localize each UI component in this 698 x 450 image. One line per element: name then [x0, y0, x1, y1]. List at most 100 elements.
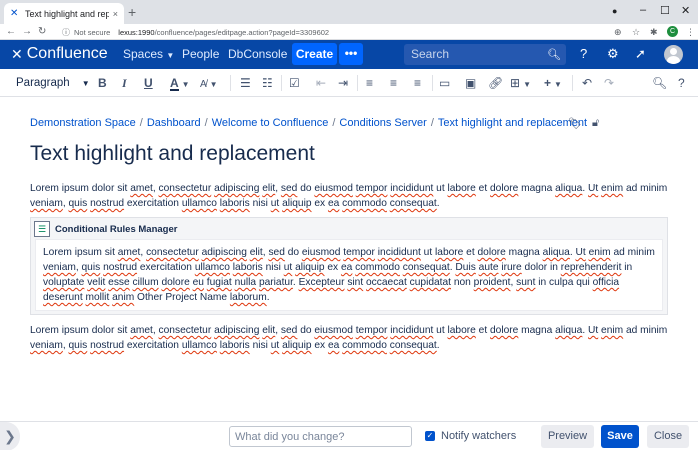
link-button[interactable]: 🔗︎: [488, 75, 503, 91]
body-paragraph-1[interactable]: Lorem ipsum dolor sit amet, consectetur …: [30, 181, 675, 211]
chevron-right-icon[interactable]: ❯: [0, 422, 20, 450]
breadcrumb-item[interactable]: Text highlight and replacement: [438, 117, 587, 129]
numbered-list-button[interactable]: ☷: [262, 75, 273, 91]
undo-button[interactable]: ↶: [582, 75, 592, 91]
task-list-button[interactable]: ☑: [289, 75, 300, 91]
text-color-icon: A: [170, 76, 179, 90]
address-bar: ← → ↻ ⓘ Not secure lexus:1990/confluence…: [0, 24, 698, 40]
bullet-list-button[interactable]: ☰: [240, 75, 251, 91]
profile-download-icon[interactable]: ●: [612, 6, 617, 16]
close-button[interactable]: Close: [647, 425, 689, 448]
not-secure-label: Not secure: [74, 27, 111, 37]
user-avatar[interactable]: [664, 45, 683, 64]
chevron-down-icon: ▼: [166, 51, 175, 60]
body-paragraph-2[interactable]: Lorem ipsum dolor sit amet, consectetur …: [30, 323, 675, 353]
image-button[interactable]: ▣: [465, 75, 476, 91]
find-replace-icon[interactable]: 🔍︎: [652, 75, 667, 91]
breadcrumb-item[interactable]: Demonstration Space: [30, 117, 136, 129]
url-host: lexus:1990: [118, 27, 155, 37]
table-button[interactable]: ⊞ ▼: [510, 75, 531, 93]
zoom-icon[interactable]: ⊕: [614, 26, 622, 38]
browser-menu-icon[interactable]: ⋮: [686, 26, 695, 38]
toolbar-divider: [281, 75, 282, 91]
macro-paragraph[interactable]: Lorem ipsum sit amet, consectetur adipis…: [43, 245, 657, 305]
bookmark-star-icon[interactable]: ☆: [632, 26, 640, 38]
maximize-icon[interactable]: ☐: [660, 4, 670, 17]
breadcrumb-item[interactable]: Dashboard: [147, 117, 201, 129]
chevron-down-icon: ▼: [523, 80, 531, 89]
text-color-button[interactable]: A ▼: [170, 75, 190, 93]
nav-people[interactable]: People: [182, 47, 219, 61]
chevron-down-icon: ▼: [81, 79, 90, 88]
nav-spaces-label: Spaces: [123, 47, 164, 61]
notifications-icon[interactable]: ➚: [635, 47, 646, 61]
checkbox-checked-icon[interactable]: ✓: [425, 431, 435, 441]
browser-profile-avatar[interactable]: C: [667, 26, 678, 37]
save-button[interactable]: Save: [601, 425, 639, 448]
editor-toolbar: Paragraph ▼ B I U A ▼ A̸ ▼ ☰ ☷ ☑ ⇤ ⇥ ≡ ≡ ≡ …: [0, 69, 698, 97]
macro-body[interactable]: Lorem ipsum sit amet, consectetur adipis…: [35, 239, 663, 311]
change-comment-input[interactable]: [229, 426, 412, 447]
browser-tab-title: Text highlight and replacement: [25, 8, 109, 19]
indent-button[interactable]: ⇥: [338, 75, 348, 91]
chevron-down-icon: ▼: [554, 80, 562, 89]
nav-dbconsole[interactable]: DbConsole: [228, 47, 287, 61]
create-more-button[interactable]: •••: [339, 43, 363, 65]
close-tab-icon[interactable]: ×: [113, 9, 118, 19]
redo-button[interactable]: ↷: [604, 75, 614, 91]
minimize-icon[interactable]: –: [640, 4, 646, 16]
page-title[interactable]: Text highlight and replacement: [30, 142, 315, 166]
help-icon[interactable]: ?: [678, 75, 685, 91]
back-icon[interactable]: ←: [6, 25, 16, 39]
preview-button[interactable]: Preview: [541, 425, 594, 448]
page-layout-button[interactable]: ▭: [439, 75, 450, 91]
extensions-icon[interactable]: ✱: [650, 26, 658, 38]
toolbar-divider: [572, 75, 573, 91]
macro-rules-icon: ☰: [34, 221, 50, 237]
confluence-logo[interactable]: ✕ Confluence: [11, 45, 108, 63]
editor-footer: ❯ ✓ Notify watchers Preview Save Close: [0, 421, 698, 450]
new-tab-button[interactable]: +: [128, 4, 136, 20]
chevron-down-icon: ▼: [209, 80, 218, 89]
confluence-favicon-icon: ✕: [10, 7, 19, 19]
gear-icon[interactable]: ⚙: [607, 47, 619, 61]
search-input[interactable]: [404, 44, 566, 65]
browser-tab[interactable]: ✕ Text highlight and replacement ×: [4, 3, 124, 24]
notify-watchers-checkbox[interactable]: ✓ Notify watchers: [425, 430, 516, 442]
browser-tab-bar: ✕ Text highlight and replacement × + ● –…: [0, 0, 698, 24]
confluence-mark-icon: ✕: [11, 45, 23, 62]
clear-format-icon: A̸: [200, 79, 207, 90]
notify-watchers-label: Notify watchers: [441, 430, 517, 442]
paragraph-style-select[interactable]: Paragraph ▼: [16, 75, 90, 92]
align-right-button[interactable]: ≡: [414, 75, 421, 91]
toolbar-divider: [432, 75, 433, 91]
bold-button[interactable]: B: [98, 75, 107, 91]
breadcrumb-item[interactable]: Welcome to Confluence: [212, 117, 329, 129]
close-window-icon[interactable]: ✕: [681, 4, 690, 17]
help-icon[interactable]: ?: [580, 47, 587, 61]
breadcrumb-item[interactable]: Conditions Server: [339, 117, 426, 129]
chevron-down-icon: ▼: [181, 80, 190, 89]
insert-more-button[interactable]: + ▼: [544, 75, 562, 93]
reload-icon[interactable]: ↻: [38, 25, 46, 39]
label-tag-icon[interactable]: 🏷︎: [568, 117, 582, 130]
forward-icon[interactable]: →: [22, 25, 32, 39]
search-icon[interactable]: 🔍︎: [547, 48, 561, 61]
underline-button[interactable]: U: [144, 75, 153, 91]
paragraph-style-label: Paragraph: [16, 77, 70, 89]
create-button[interactable]: Create: [292, 43, 337, 65]
url-path: /confluence/pages/editpage.action?pageId…: [154, 27, 330, 37]
align-center-button[interactable]: ≡: [390, 75, 397, 91]
unlock-icon[interactable]: 🔓︎: [592, 117, 599, 130]
align-left-button[interactable]: ≡: [366, 75, 373, 91]
outdent-button[interactable]: ⇤: [316, 75, 326, 91]
nav-spaces[interactable]: Spaces ▼: [123, 47, 174, 61]
more-formatting-button[interactable]: A̸ ▼: [200, 75, 218, 93]
conditional-rules-macro[interactable]: ☰ Conditional Rules Manager Lorem ipsum …: [30, 217, 668, 315]
toolbar-divider: [230, 75, 231, 91]
logo-text: Confluence: [26, 45, 108, 62]
breadcrumb: Demonstration Space / Dashboard / Welcome to…: [30, 117, 588, 129]
url-field[interactable]: ⓘ Not secure lexus:1990/confluence/pages…: [62, 26, 606, 38]
italic-button[interactable]: I: [122, 75, 127, 91]
confluence-header: ✕ Confluence Spaces ▼ People DbConsole C…: [0, 40, 698, 69]
